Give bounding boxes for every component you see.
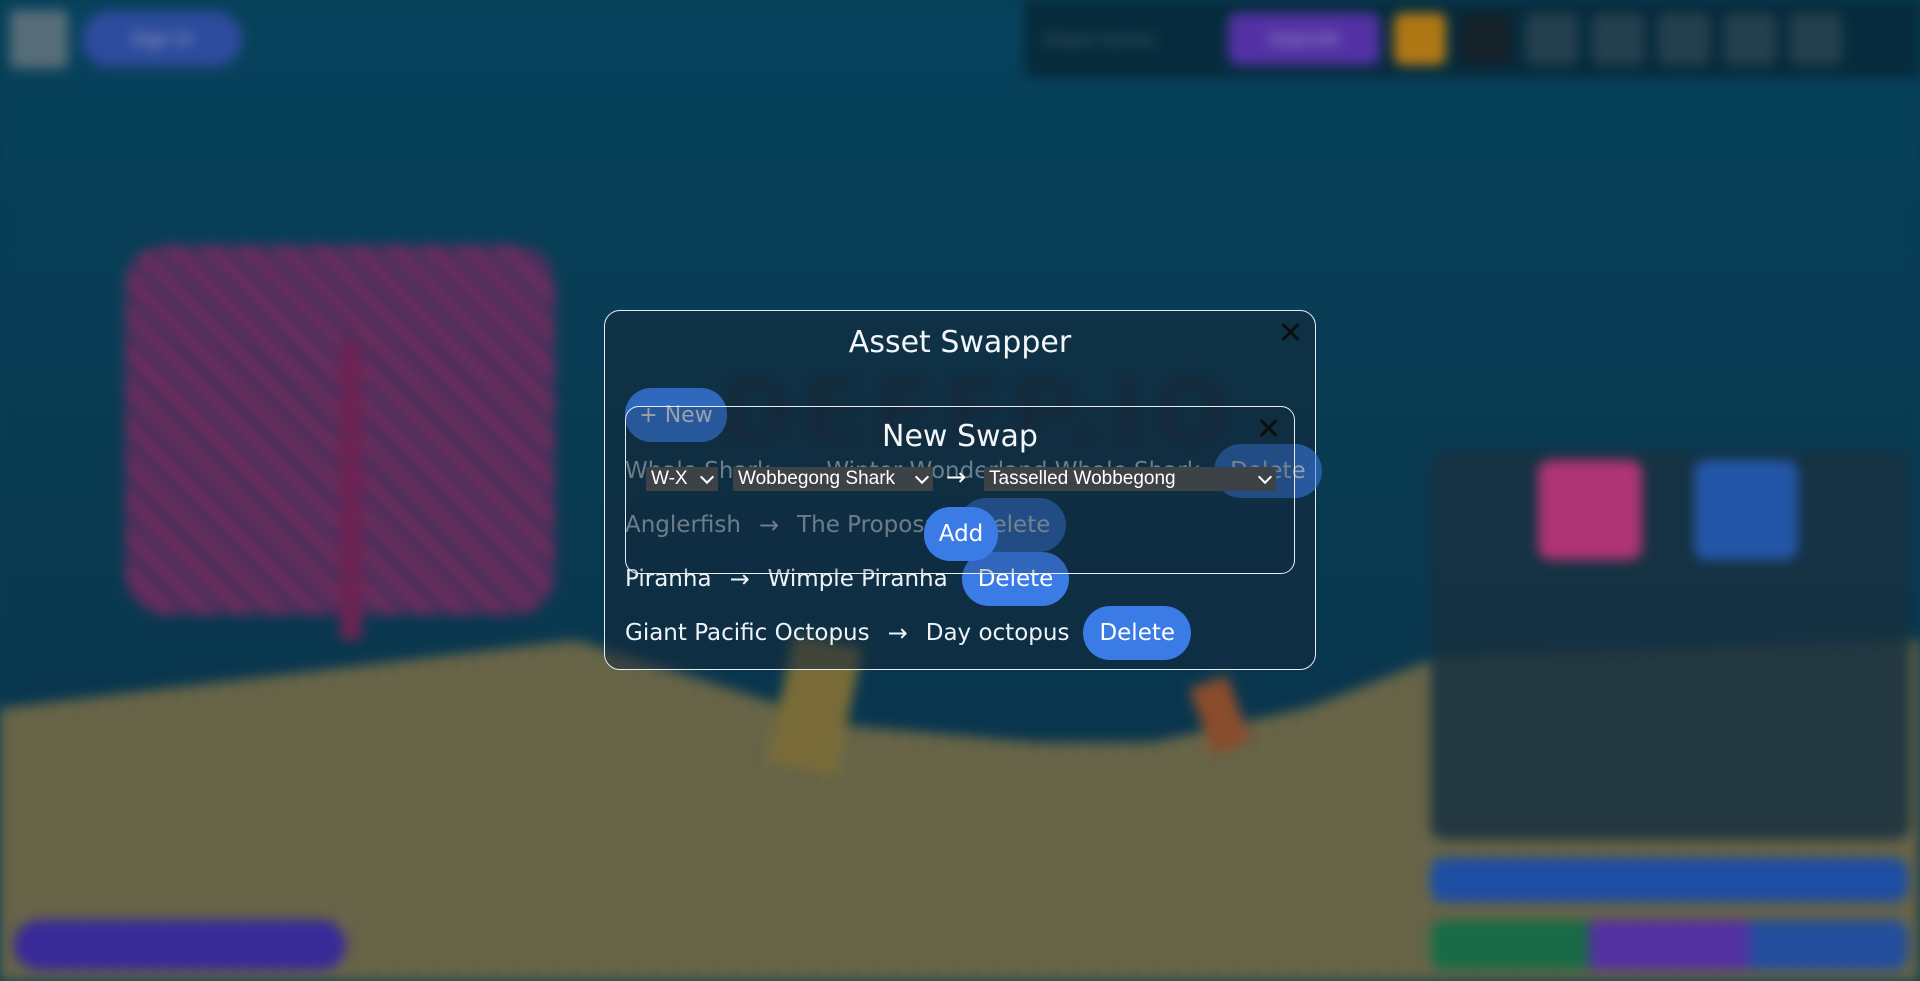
swap-to: Day octopus <box>925 620 1070 646</box>
animal-select[interactable]: Wobbegong Shark <box>733 467 933 491</box>
modal-title: Asset Swapper <box>848 325 1072 360</box>
group-select[interactable]: W-X <box>646 467 718 491</box>
chevron-down-icon <box>699 469 715 485</box>
chevron-down-icon <box>914 469 930 485</box>
add-button[interactable]: Add <box>924 507 998 561</box>
new-swap-modal: New Swap W-X Wobbegong Shark → Tasselled… <box>625 406 1295 574</box>
chevron-down-icon <box>1257 469 1273 485</box>
close-icon[interactable] <box>1256 416 1280 440</box>
group-select-value: W-X <box>651 468 688 489</box>
arrow-right-icon: → <box>946 463 967 491</box>
skin-select-value: Tasselled Wobbegong <box>989 468 1176 489</box>
arrow-right-icon: → <box>887 619 908 647</box>
animal-select-value: Wobbegong Shark <box>738 468 896 489</box>
new-swap-title: New Swap <box>882 419 1038 454</box>
swap-row: Giant Pacific Octopus → Day octopus Dele… <box>625 606 1192 660</box>
delete-button[interactable]: Delete <box>1083 606 1192 660</box>
close-icon[interactable] <box>1278 320 1302 344</box>
swap-from: Giant Pacific Octopus <box>625 620 870 646</box>
skin-select[interactable]: Tasselled Wobbegong <box>984 467 1276 491</box>
